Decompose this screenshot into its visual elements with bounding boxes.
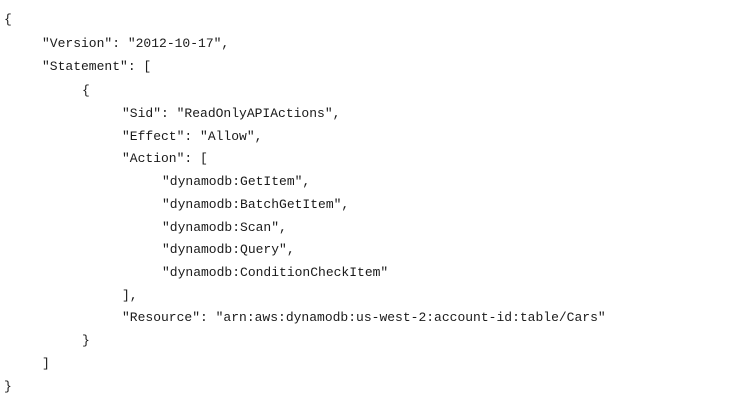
code-line-1: { (4, 12, 12, 27)
code-line-5: "Sid": "ReadOnlyAPIActions", (122, 106, 341, 121)
code-line-8: "dynamodb:GetItem", (162, 174, 311, 189)
code-line-15: } (82, 333, 90, 348)
code-line-2: "Version": "2012-10-17", (42, 36, 230, 51)
code-line-3: "Statement": [ (42, 59, 152, 74)
code-line-17: } (4, 379, 12, 394)
code-line-12: "dynamodb:ConditionCheckItem" (162, 265, 389, 280)
code-line-13: ], (122, 288, 138, 303)
code-line-4: { (82, 83, 90, 98)
code-line-11: "dynamodb:Query", (162, 242, 295, 257)
code-line-14: "Resource": "arn:aws:dynamodb:us-west-2:… (122, 310, 606, 325)
policy-json-document: { "Version": "2012-10-17", "Statement": … (0, 0, 745, 411)
code-line-6: "Effect": "Allow", (122, 129, 263, 144)
code-line-16: ] (42, 356, 50, 371)
code-line-9: "dynamodb:BatchGetItem", (162, 197, 350, 212)
code-line-10: "dynamodb:Scan", (162, 220, 287, 235)
code-line-7: "Action": [ (122, 151, 208, 166)
